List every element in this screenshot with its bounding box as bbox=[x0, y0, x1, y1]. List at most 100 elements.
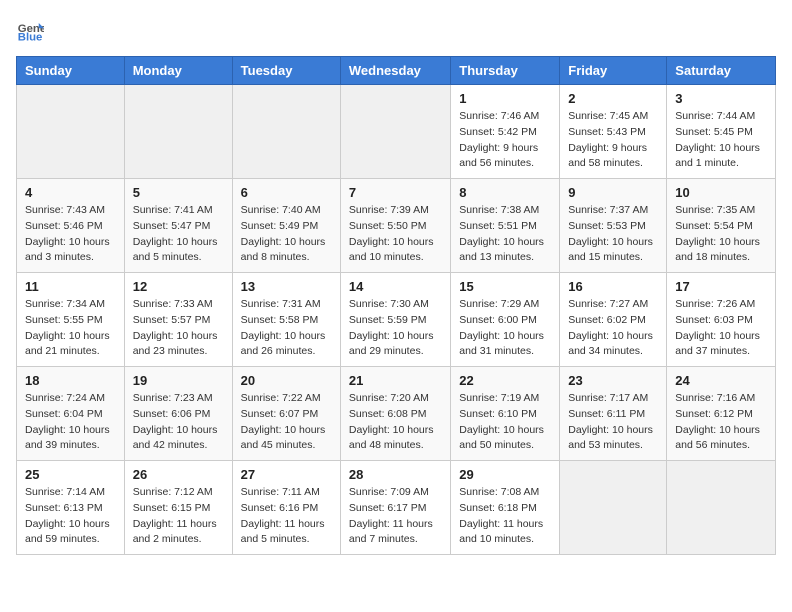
day-number: 25 bbox=[25, 467, 116, 482]
day-info: Sunrise: 7:39 AM Sunset: 5:50 PM Dayligh… bbox=[349, 203, 442, 266]
day-number: 29 bbox=[459, 467, 551, 482]
day-info: Sunrise: 7:38 AM Sunset: 5:51 PM Dayligh… bbox=[459, 203, 551, 266]
calendar-cell: 1 Sunrise: 7:46 AM Sunset: 5:42 PM Daylig… bbox=[451, 85, 560, 179]
day-number: 15 bbox=[459, 279, 551, 294]
day-info: Sunrise: 7:45 AM Sunset: 5:43 PM Dayligh… bbox=[568, 109, 658, 172]
day-number: 20 bbox=[241, 373, 332, 388]
day-number: 23 bbox=[568, 373, 658, 388]
calendar-cell: 28 Sunrise: 7:09 AM Sunset: 6:17 PM Dayli… bbox=[340, 461, 450, 555]
calendar-cell: 12 Sunrise: 7:33 AM Sunset: 5:57 PM Dayli… bbox=[124, 273, 232, 367]
day-info: Sunrise: 7:29 AM Sunset: 6:00 PM Dayligh… bbox=[459, 297, 551, 360]
day-info: Sunrise: 7:37 AM Sunset: 5:53 PM Dayligh… bbox=[568, 203, 658, 266]
day-info: Sunrise: 7:27 AM Sunset: 6:02 PM Dayligh… bbox=[568, 297, 658, 360]
day-info: Sunrise: 7:44 AM Sunset: 5:45 PM Dayligh… bbox=[675, 109, 767, 172]
calendar-cell bbox=[340, 85, 450, 179]
day-number: 12 bbox=[133, 279, 224, 294]
day-number: 27 bbox=[241, 467, 332, 482]
calendar-cell: 6 Sunrise: 7:40 AM Sunset: 5:49 PM Daylig… bbox=[232, 179, 340, 273]
day-of-week-header: Thursday bbox=[451, 57, 560, 85]
day-of-week-header: Saturday bbox=[667, 57, 776, 85]
day-of-week-header: Sunday bbox=[17, 57, 125, 85]
day-info: Sunrise: 7:22 AM Sunset: 6:07 PM Dayligh… bbox=[241, 391, 332, 454]
day-info: Sunrise: 7:35 AM Sunset: 5:54 PM Dayligh… bbox=[675, 203, 767, 266]
day-info: Sunrise: 7:23 AM Sunset: 6:06 PM Dayligh… bbox=[133, 391, 224, 454]
calendar-cell: 20 Sunrise: 7:22 AM Sunset: 6:07 PM Dayli… bbox=[232, 367, 340, 461]
day-number: 26 bbox=[133, 467, 224, 482]
calendar-cell: 5 Sunrise: 7:41 AM Sunset: 5:47 PM Daylig… bbox=[124, 179, 232, 273]
calendar-cell bbox=[124, 85, 232, 179]
day-info: Sunrise: 7:26 AM Sunset: 6:03 PM Dayligh… bbox=[675, 297, 767, 360]
calendar-table: SundayMondayTuesdayWednesdayThursdayFrid… bbox=[16, 56, 776, 555]
calendar-week-row: 11Sunrise: 7:34 AM Sunset: 5:55 PM Dayli… bbox=[17, 273, 776, 367]
day-number: 4 bbox=[25, 185, 116, 200]
calendar-cell: 26Sunrise: 7:12 AM Sunset: 6:15 PM Dayli… bbox=[124, 461, 232, 555]
day-number: 8 bbox=[459, 185, 551, 200]
day-info: Sunrise: 7:46 AM Sunset: 5:42 PM Dayligh… bbox=[459, 109, 551, 172]
calendar-week-row: 1 Sunrise: 7:46 AM Sunset: 5:42 PM Daylig… bbox=[17, 85, 776, 179]
day-info: Sunrise: 7:20 AM Sunset: 6:08 PM Dayligh… bbox=[349, 391, 442, 454]
day-number: 16 bbox=[568, 279, 658, 294]
calendar-cell: 2 Sunrise: 7:45 AM Sunset: 5:43 PM Daylig… bbox=[560, 85, 667, 179]
calendar-cell: 18 Sunrise: 7:24 AM Sunset: 6:04 PM Dayli… bbox=[17, 367, 125, 461]
day-info: Sunrise: 7:16 AM Sunset: 6:12 PM Dayligh… bbox=[675, 391, 767, 454]
calendar-cell bbox=[667, 461, 776, 555]
day-info: Sunrise: 7:33 AM Sunset: 5:57 PM Dayligh… bbox=[133, 297, 224, 360]
calendar-cell bbox=[232, 85, 340, 179]
calendar-cell: 4 Sunrise: 7:43 AM Sunset: 5:46 PM Daylig… bbox=[17, 179, 125, 273]
day-info: Sunrise: 7:41 AM Sunset: 5:47 PM Dayligh… bbox=[133, 203, 224, 266]
calendar-cell: 7 Sunrise: 7:39 AM Sunset: 5:50 PM Daylig… bbox=[340, 179, 450, 273]
day-info: Sunrise: 7:11 AM Sunset: 6:16 PM Dayligh… bbox=[241, 485, 332, 548]
calendar-cell: 15 Sunrise: 7:29 AM Sunset: 6:00 PM Dayli… bbox=[451, 273, 560, 367]
day-number: 17 bbox=[675, 279, 767, 294]
day-info: Sunrise: 7:19 AM Sunset: 6:10 PM Dayligh… bbox=[459, 391, 551, 454]
calendar-cell: 10 Sunrise: 7:35 AM Sunset: 5:54 PM Dayli… bbox=[667, 179, 776, 273]
svg-text:Blue: Blue bbox=[18, 32, 43, 44]
calendar-cell: 19 Sunrise: 7:23 AM Sunset: 6:06 PM Dayli… bbox=[124, 367, 232, 461]
day-number: 5 bbox=[133, 185, 224, 200]
calendar-cell bbox=[560, 461, 667, 555]
day-of-week-header: Tuesday bbox=[232, 57, 340, 85]
day-info: Sunrise: 7:14 AM Sunset: 6:13 PM Dayligh… bbox=[25, 485, 116, 548]
day-info: Sunrise: 7:17 AM Sunset: 6:11 PM Dayligh… bbox=[568, 391, 658, 454]
day-info: Sunrise: 7:24 AM Sunset: 6:04 PM Dayligh… bbox=[25, 391, 116, 454]
calendar-cell: 8 Sunrise: 7:38 AM Sunset: 5:51 PM Daylig… bbox=[451, 179, 560, 273]
day-number: 14 bbox=[349, 279, 442, 294]
day-number: 3 bbox=[675, 91, 767, 106]
day-info: Sunrise: 7:09 AM Sunset: 6:17 PM Dayligh… bbox=[349, 485, 442, 548]
logo-icon: General Blue bbox=[16, 16, 44, 44]
day-info: Sunrise: 7:08 AM Sunset: 6:18 PM Dayligh… bbox=[459, 485, 551, 548]
day-info: Sunrise: 7:31 AM Sunset: 5:58 PM Dayligh… bbox=[241, 297, 332, 360]
day-info: Sunrise: 7:43 AM Sunset: 5:46 PM Dayligh… bbox=[25, 203, 116, 266]
day-number: 13 bbox=[241, 279, 332, 294]
calendar-cell: 23 Sunrise: 7:17 AM Sunset: 6:11 PM Dayli… bbox=[560, 367, 667, 461]
calendar-cell: 9 Sunrise: 7:37 AM Sunset: 5:53 PM Daylig… bbox=[560, 179, 667, 273]
day-of-week-header: Friday bbox=[560, 57, 667, 85]
day-number: 7 bbox=[349, 185, 442, 200]
day-number: 1 bbox=[459, 91, 551, 106]
calendar-cell: 21Sunrise: 7:20 AM Sunset: 6:08 PM Dayli… bbox=[340, 367, 450, 461]
calendar-cell: 22 Sunrise: 7:19 AM Sunset: 6:10 PM Dayli… bbox=[451, 367, 560, 461]
day-number: 6 bbox=[241, 185, 332, 200]
day-number: 9 bbox=[568, 185, 658, 200]
calendar-week-row: 4 Sunrise: 7:43 AM Sunset: 5:46 PM Daylig… bbox=[17, 179, 776, 273]
day-number: 22 bbox=[459, 373, 551, 388]
calendar-cell: 11Sunrise: 7:34 AM Sunset: 5:55 PM Dayli… bbox=[17, 273, 125, 367]
day-info: Sunrise: 7:40 AM Sunset: 5:49 PM Dayligh… bbox=[241, 203, 332, 266]
day-number: 24 bbox=[675, 373, 767, 388]
calendar-cell: 25 Sunrise: 7:14 AM Sunset: 6:13 PM Dayli… bbox=[17, 461, 125, 555]
calendar-cell: 3 Sunrise: 7:44 AM Sunset: 5:45 PM Daylig… bbox=[667, 85, 776, 179]
day-number: 10 bbox=[675, 185, 767, 200]
day-number: 19 bbox=[133, 373, 224, 388]
day-number: 2 bbox=[568, 91, 658, 106]
page-header: General Blue bbox=[16, 16, 776, 44]
day-of-week-header: Wednesday bbox=[340, 57, 450, 85]
calendar-cell bbox=[17, 85, 125, 179]
calendar-cell: 27 Sunrise: 7:11 AM Sunset: 6:16 PM Dayli… bbox=[232, 461, 340, 555]
day-info: Sunrise: 7:34 AM Sunset: 5:55 PM Dayligh… bbox=[25, 297, 116, 360]
day-number: 28 bbox=[349, 467, 442, 482]
calendar-cell: 16 Sunrise: 7:27 AM Sunset: 6:02 PM Dayli… bbox=[560, 273, 667, 367]
day-number: 18 bbox=[25, 373, 116, 388]
calendar-week-row: 25 Sunrise: 7:14 AM Sunset: 6:13 PM Dayli… bbox=[17, 461, 776, 555]
day-info: Sunrise: 7:30 AM Sunset: 5:59 PM Dayligh… bbox=[349, 297, 442, 360]
calendar-cell: 29 Sunrise: 7:08 AM Sunset: 6:18 PM Dayli… bbox=[451, 461, 560, 555]
